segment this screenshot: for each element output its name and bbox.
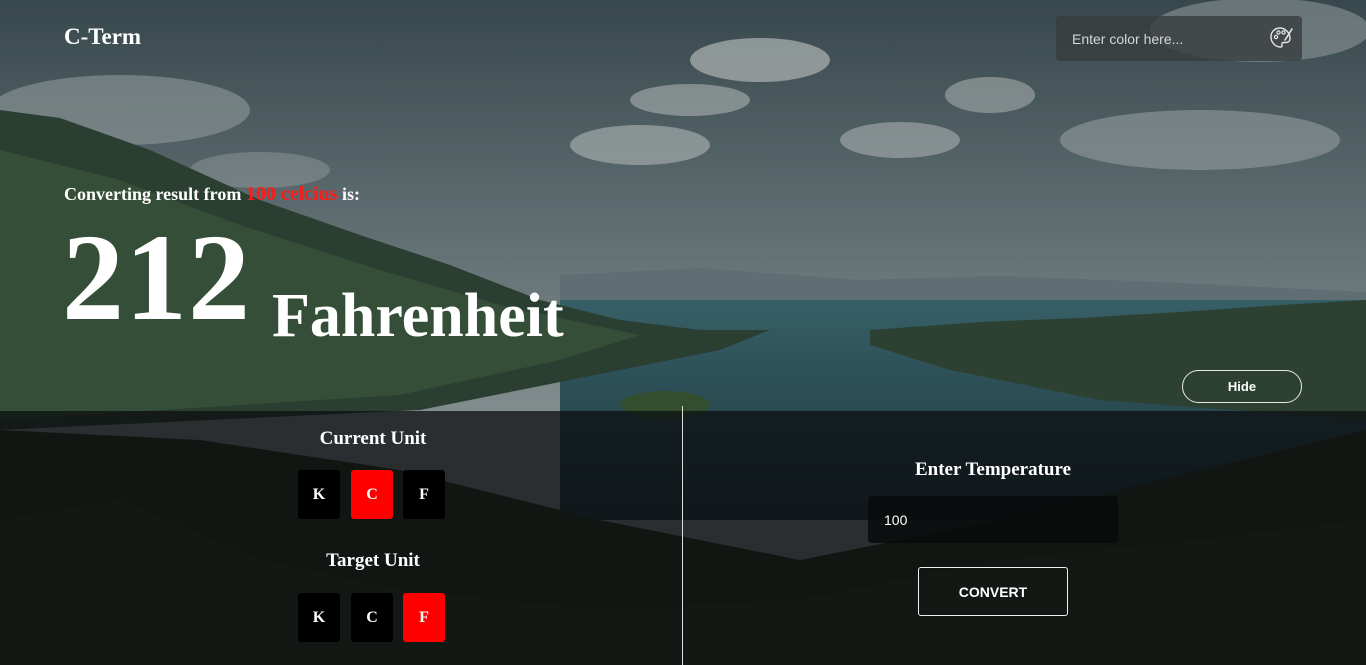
target-unit-c-button[interactable]: C [351, 593, 393, 642]
result-unit: Fahrenheit [272, 282, 564, 350]
temperature-input[interactable] [868, 496, 1118, 543]
target-unit-k-button[interactable]: K [298, 593, 340, 642]
result-suffix: is: [337, 184, 360, 204]
panel-divider [682, 406, 683, 665]
color-input-container [1056, 16, 1302, 61]
target-unit-title: Target Unit [326, 550, 420, 571]
source-value-highlight: 100 celcius [245, 183, 338, 205]
result-value: 212 [62, 209, 251, 346]
result-caption: Converting result from 100 celcius is: [64, 183, 360, 206]
enter-temperature-title: Enter Temperature [914, 459, 1072, 480]
current-unit-title: Current Unit [319, 428, 427, 449]
color-input[interactable] [1072, 30, 1262, 47]
current-unit-f-button[interactable]: F [403, 470, 445, 519]
convert-button[interactable]: CONVERT [918, 567, 1068, 616]
current-unit-c-button[interactable]: C [351, 470, 393, 519]
current-unit-k-button[interactable]: K [298, 470, 340, 519]
app-title[interactable]: C-Term [64, 24, 141, 50]
result-prefix: Converting result from [64, 184, 246, 204]
current-unit-options: K C F [298, 470, 445, 519]
hide-button[interactable]: Hide [1182, 370, 1302, 403]
target-unit-f-button[interactable]: F [403, 593, 445, 642]
target-unit-options: K C F [298, 593, 445, 642]
control-panel [0, 411, 1366, 665]
palette-icon[interactable] [1268, 25, 1294, 51]
